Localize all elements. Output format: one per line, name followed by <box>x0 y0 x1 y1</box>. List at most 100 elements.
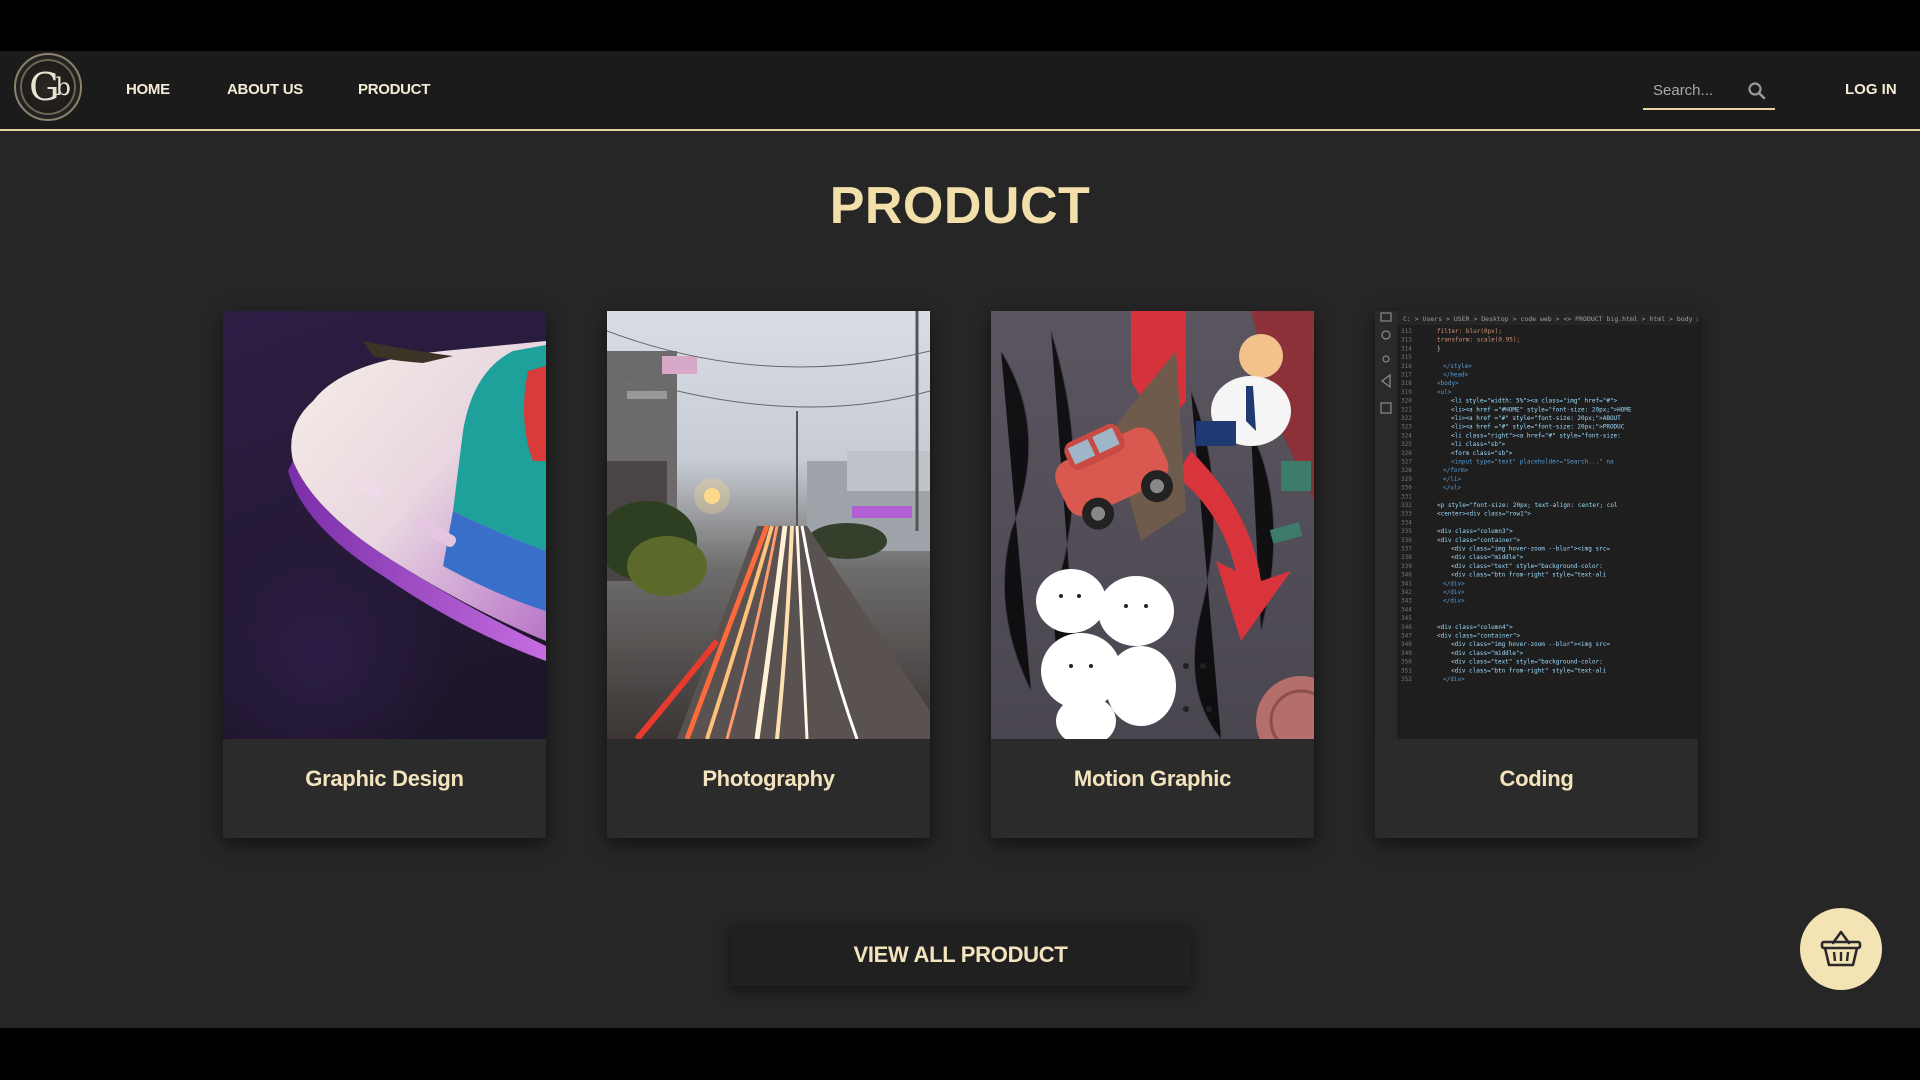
nav-link-product[interactable]: PRODUCT <box>358 81 430 98</box>
product-card-coding[interactable]: C: > Users > USER > Desktop > code web >… <box>1375 311 1698 838</box>
code-line: <form class="sb"> <box>1451 450 1513 457</box>
product-card-motion-graphic[interactable]: Motion Graphic <box>991 311 1314 838</box>
code-line: <div class="img hover-zoom --blur"><img … <box>1451 546 1610 553</box>
code-line-number: 326 <box>1401 450 1412 457</box>
code-line: <li><a href ="#HOME" style="font-size: 2… <box>1451 406 1632 413</box>
code-line-number: 345 <box>1401 615 1412 622</box>
search-box <box>1643 73 1775 110</box>
code-line-number: 316 <box>1401 363 1412 370</box>
code-line-number: 318 <box>1401 380 1412 387</box>
code-line-number: 348 <box>1401 641 1412 648</box>
code-line: <body> <box>1437 380 1459 387</box>
logo-letter-b: b <box>55 73 71 101</box>
code-line: <div class="column3"> <box>1437 528 1513 535</box>
cart-button[interactable] <box>1800 908 1882 990</box>
code-line: <li class="sb"> <box>1451 441 1506 448</box>
code-line: <input type="text" placeholder="Search..… <box>1451 459 1614 466</box>
photography-image <box>607 311 930 739</box>
code-line-number: 347 <box>1401 633 1412 640</box>
code-line-number: 325 <box>1401 441 1412 448</box>
code-line-number: 322 <box>1401 415 1412 422</box>
basket-icon <box>1820 930 1862 967</box>
login-link[interactable]: LOG IN <box>1845 81 1897 98</box>
code-line: </li> <box>1443 476 1461 483</box>
code-line: <ul> <box>1437 389 1452 396</box>
code-line-number: 350 <box>1401 659 1412 666</box>
code-line-number: 352 <box>1401 676 1412 683</box>
code-line-number: 343 <box>1401 598 1412 605</box>
logo-monogram: Gb <box>16 55 80 119</box>
top-navbar: Gb HOME ABOUT US PRODUCT LOG IN <box>0 51 1920 131</box>
product-card-graphic-design[interactable]: Graphic Design <box>223 311 546 838</box>
code-line: <div class="btn from-right" style="text-… <box>1451 572 1607 579</box>
view-all-products-button[interactable]: VIEW ALL PRODUCT <box>730 923 1191 986</box>
motion-graphic-image <box>991 311 1314 739</box>
nav-link-about-us[interactable]: ABOUT US <box>227 81 303 98</box>
code-line: <li><a href ="#" style="font-size: 20px;… <box>1451 415 1621 422</box>
code-line-number: 313 <box>1401 337 1412 344</box>
code-line-number: 342 <box>1401 589 1412 596</box>
code-line: </div> <box>1443 580 1465 587</box>
code-line: <div class="img hover-zoom --blur"><img … <box>1451 641 1610 648</box>
page-frame: Gb HOME ABOUT US PRODUCT LOG IN PRODUCT <box>0 51 1920 1028</box>
coding-image: C: > Users > USER > Desktop > code web >… <box>1375 311 1698 739</box>
code-line-number: 320 <box>1401 398 1412 405</box>
code-line-number: 319 <box>1401 389 1412 396</box>
code-line-number: 327 <box>1401 459 1412 466</box>
code-breadcrumb: C: > Users > USER > Desktop > code web >… <box>1403 315 1698 323</box>
graphic-design-image <box>223 311 546 739</box>
product-card-photography[interactable]: Photography <box>607 311 930 838</box>
code-line-number: 335 <box>1401 528 1412 535</box>
code-line: <div class="middle"> <box>1451 554 1524 561</box>
code-line-number: 334 <box>1401 519 1412 526</box>
search-input[interactable] <box>1653 79 1743 101</box>
search-icon[interactable] <box>1747 81 1767 101</box>
code-line: } <box>1437 345 1441 352</box>
code-line: </form> <box>1443 467 1469 474</box>
code-line-number: 321 <box>1401 406 1412 413</box>
code-line: transform: scale(0.95); <box>1437 337 1520 344</box>
code-line-number: 340 <box>1401 572 1412 579</box>
code-line: </head> <box>1443 372 1469 379</box>
code-line-number: 339 <box>1401 563 1412 570</box>
code-line-number: 346 <box>1401 624 1412 631</box>
code-line-number: 333 <box>1401 511 1412 518</box>
code-line-number: 344 <box>1401 606 1412 613</box>
code-line: <div class="middle"> <box>1451 650 1524 657</box>
code-line: <div class="container"> <box>1437 537 1520 544</box>
code-line-number: 331 <box>1401 493 1412 500</box>
code-line-number: 337 <box>1401 546 1412 553</box>
code-line: <div class="btn from-right" style="text-… <box>1451 667 1607 674</box>
product-label: Graphic Design <box>305 766 464 791</box>
code-line-number: 329 <box>1401 476 1412 483</box>
code-line-number: 338 <box>1401 554 1412 561</box>
logo-letter-g: G <box>29 65 59 109</box>
code-line-number: 315 <box>1401 354 1412 361</box>
code-line: </ul> <box>1443 485 1461 492</box>
code-line-number: 332 <box>1401 502 1412 509</box>
code-line-number: 351 <box>1401 667 1412 674</box>
code-line: </div> <box>1443 598 1465 605</box>
nav-link-home[interactable]: HOME <box>126 81 170 98</box>
code-line: <p style="font-size: 20px; text-align: c… <box>1437 502 1618 509</box>
code-line: <center><div class="row1"> <box>1437 511 1531 518</box>
code-line: <li style="width: 5%"><a class="img" hre… <box>1451 398 1618 405</box>
code-line-number: 330 <box>1401 485 1412 492</box>
code-line: <div class="container"> <box>1437 633 1520 640</box>
code-line-number: 312 <box>1401 328 1412 335</box>
code-line-number: 317 <box>1401 372 1412 379</box>
product-label: Coding <box>1499 766 1574 791</box>
product-label: Motion Graphic <box>1073 766 1232 791</box>
code-line-number: 324 <box>1401 432 1412 439</box>
code-line-number: 314 <box>1401 345 1412 352</box>
code-line-number: 323 <box>1401 424 1412 431</box>
code-line-number: 328 <box>1401 467 1412 474</box>
code-line: <div class="text" style="background-colo… <box>1451 563 1603 570</box>
code-line: <div class="text" style="background-colo… <box>1451 659 1603 666</box>
code-line: <li><a href ="#" style="font-size: 20px;… <box>1451 424 1625 431</box>
code-line-number: 349 <box>1401 650 1412 657</box>
brand-logo[interactable]: Gb <box>14 53 82 121</box>
product-label: Photography <box>702 766 835 791</box>
code-line: <div class="column4"> <box>1437 624 1513 631</box>
code-line-number: 336 <box>1401 537 1412 544</box>
